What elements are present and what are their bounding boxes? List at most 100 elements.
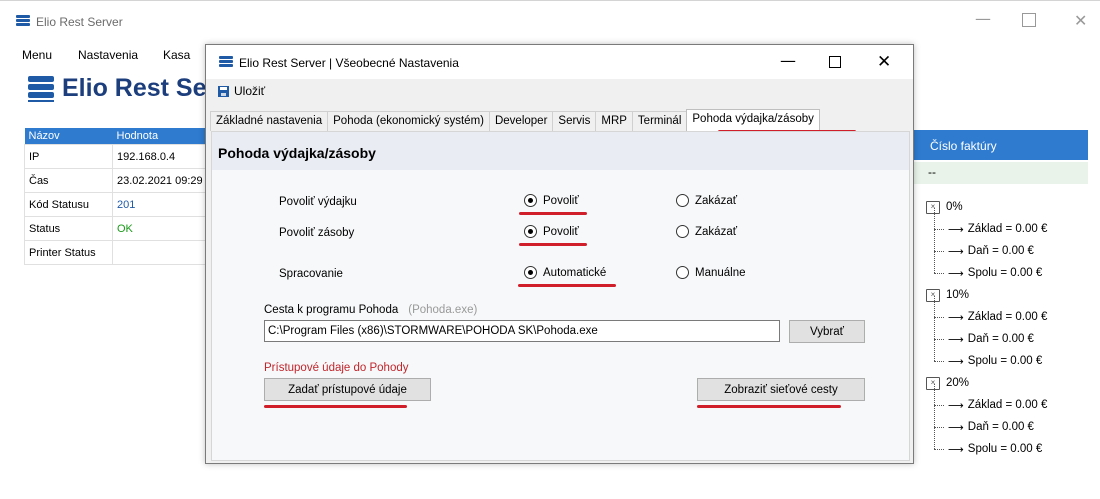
invoice-number-header: Číslo faktúry	[910, 130, 1088, 160]
radio-vydajka-povolit[interactable]: Povoliť	[524, 194, 579, 207]
tree-leaf: ⟶ Základ = 0.00 €	[926, 208, 1048, 240]
dialog-minimize-button[interactable]: —	[780, 51, 796, 70]
tab-zakladne-nastavenia[interactable]: Základné nastavenia	[210, 111, 329, 131]
tree-leaf-label: Základ = 0.00 €	[967, 223, 1048, 235]
option-label-vydajka: Povoliť výdajku	[279, 196, 357, 208]
annotation-underline	[519, 212, 587, 215]
path-hint: (Pohoda.exe)	[408, 304, 478, 316]
server-icon	[16, 15, 30, 29]
maximize-button[interactable]	[1022, 13, 1036, 27]
main-window-title: Elio Rest Server	[36, 15, 123, 29]
tree-leaf: ⟶ Základ = 0.00 €	[926, 296, 1048, 328]
tab-servis[interactable]: Servis	[552, 111, 597, 131]
radio-unchecked-icon	[676, 194, 689, 207]
tab-pohoda-vydajka-zasoby[interactable]: Pohoda výdajka/zásoby	[686, 109, 820, 131]
save-button[interactable]: Uložiť	[218, 84, 265, 98]
row-name: Printer Status	[24, 240, 113, 265]
row-value: 192.168.0.4	[112, 144, 214, 169]
radio-spracovanie-manualne[interactable]: Manuálne	[676, 266, 746, 279]
arrow-icon: ⟶	[948, 266, 964, 280]
pohoda-path-input[interactable]	[264, 320, 780, 342]
radio-label: Zakázať	[695, 194, 738, 207]
tree-leaf-label: Daň = 0.00 €	[967, 245, 1034, 257]
option-label-spracovanie: Spracovanie	[279, 268, 343, 280]
tree-group: × 0% ⟶ Základ = 0.00 € ⟶ Daň = 0.00 € ⟶ Spo…	[926, 196, 1047, 284]
tree-leaf: ⟶ Spolu = 0.00 €	[926, 428, 1047, 460]
path-label: Cesta k programu Pohoda (Pohoda.exe)	[264, 304, 477, 316]
menu-item-menu[interactable]: Menu	[22, 48, 52, 62]
radio-spracovanie-automaticke[interactable]: Automatické	[524, 266, 606, 279]
tree-leaf: ⟶ Daň = 0.00 €	[926, 230, 1047, 262]
tree-node-label: 20%	[946, 377, 970, 389]
tree-node[interactable]: × 0%	[926, 196, 1047, 218]
radio-unchecked-icon	[676, 266, 689, 279]
panel-title: Pohoda výdajka/zásoby	[212, 132, 909, 170]
tree-leaf-label: Základ = 0.00 €	[967, 399, 1048, 411]
dialog-maximize-button[interactable]	[829, 56, 841, 68]
table-row: Printer Status	[24, 240, 214, 265]
tree-leaf: ⟶ Základ = 0.00 €	[926, 384, 1048, 416]
tree-leaf-label: Spolu = 0.00 €	[967, 443, 1043, 455]
main-titlebar: Elio Rest Server — ✕	[0, 0, 1100, 40]
radio-zasoby-zakazat[interactable]: Zakázať	[676, 225, 737, 238]
tree-node[interactable]: × 10%	[926, 284, 1047, 306]
vat-tree: × 0% ⟶ Základ = 0.00 € ⟶ Daň = 0.00 € ⟶ Spo…	[926, 196, 1047, 460]
radio-label: Zakázať	[695, 225, 738, 238]
enter-credentials-button[interactable]: Zadať prístupové údaje	[264, 378, 431, 401]
tree-leaf: ⟶ Daň = 0.00 €	[926, 318, 1047, 350]
radio-label: Manuálne	[695, 266, 746, 279]
tree-node[interactable]: × 20%	[926, 372, 1047, 394]
column-header-value: Hodnota	[112, 128, 214, 145]
tree-leaf: ⟶ Spolu = 0.00 €	[926, 340, 1047, 372]
dialog-title: Elio Rest Server | Všeobecné Nastavenia	[239, 56, 459, 70]
tree-leaf-label: Základ = 0.00 €	[967, 311, 1048, 323]
dialog-toolbar: Uložiť	[206, 79, 913, 105]
arrow-icon: ⟶	[948, 398, 964, 412]
row-name: IP	[24, 144, 113, 169]
tab-developer[interactable]: Developer	[488, 111, 554, 131]
row-value: 201	[112, 192, 214, 217]
tab-panel: Pohoda výdajka/zásoby Povoliť výdajku Po…	[211, 131, 910, 461]
annotation-underline	[519, 243, 587, 246]
minimize-button[interactable]: —	[975, 9, 991, 28]
show-network-paths-button[interactable]: Zobraziť sieťové cesty	[697, 378, 865, 401]
tab-mrp[interactable]: MRP	[595, 111, 633, 131]
annotation-underline	[518, 284, 616, 287]
table-row: IP 192.168.0.4	[24, 144, 214, 169]
tree-leaf: ⟶ Spolu = 0.00 €	[926, 252, 1047, 284]
arrow-icon: ⟶	[948, 354, 964, 368]
browse-button[interactable]: Vybrať	[789, 320, 865, 343]
server-icon	[219, 56, 233, 70]
tree-leaf-label: Daň = 0.00 €	[967, 333, 1034, 345]
table-row: Kód Statusu 201	[24, 192, 214, 217]
close-button[interactable]: ✕	[1074, 11, 1087, 30]
radio-label: Povoliť	[543, 225, 579, 238]
table-row: Čas 23.02.2021 09:29	[24, 168, 214, 193]
radio-checked-icon	[524, 225, 537, 238]
column-header-name: Názov	[24, 128, 113, 145]
radio-checked-icon	[524, 194, 537, 207]
option-label-zasoby: Povoliť zásoby	[279, 227, 355, 239]
menu-item-kasa[interactable]: Kasa	[163, 48, 190, 62]
annotation-underline	[264, 405, 407, 408]
save-label: Uložiť	[234, 84, 266, 98]
menu-item-nastavenia[interactable]: Nastavenia	[78, 48, 138, 62]
arrow-icon: ⟶	[948, 442, 964, 456]
tree-leaf-label: Spolu = 0.00 €	[967, 355, 1043, 367]
dialog-close-button[interactable]: ✕	[877, 52, 891, 72]
row-name: Kód Statusu	[24, 192, 113, 217]
access-credentials-title: Prístupové údaje do Pohody	[264, 362, 409, 374]
radio-vydajka-zakazat[interactable]: Zakázať	[676, 194, 737, 207]
row-name: Status	[24, 216, 113, 241]
tab-terminal[interactable]: Terminál	[631, 111, 688, 131]
radio-zasoby-povolit[interactable]: Povoliť	[524, 225, 579, 238]
tree-group: × 10% ⟶ Základ = 0.00 € ⟶ Daň = 0.00 € ⟶ Sp…	[926, 284, 1047, 372]
radio-label: Povoliť	[543, 194, 579, 207]
save-icon	[218, 85, 229, 97]
status-table: Názov Hodnota IP 192.168.0.4 Čas 23.02.2…	[24, 128, 214, 265]
tab-pohoda-ekonomicky-system[interactable]: Pohoda (ekonomický systém)	[327, 111, 490, 131]
table-row: Status OK	[24, 216, 214, 241]
table-header-row: Názov Hodnota	[24, 128, 214, 145]
row-value: OK	[112, 216, 214, 241]
tree-leaf: ⟶ Daň = 0.00 €	[926, 406, 1047, 438]
